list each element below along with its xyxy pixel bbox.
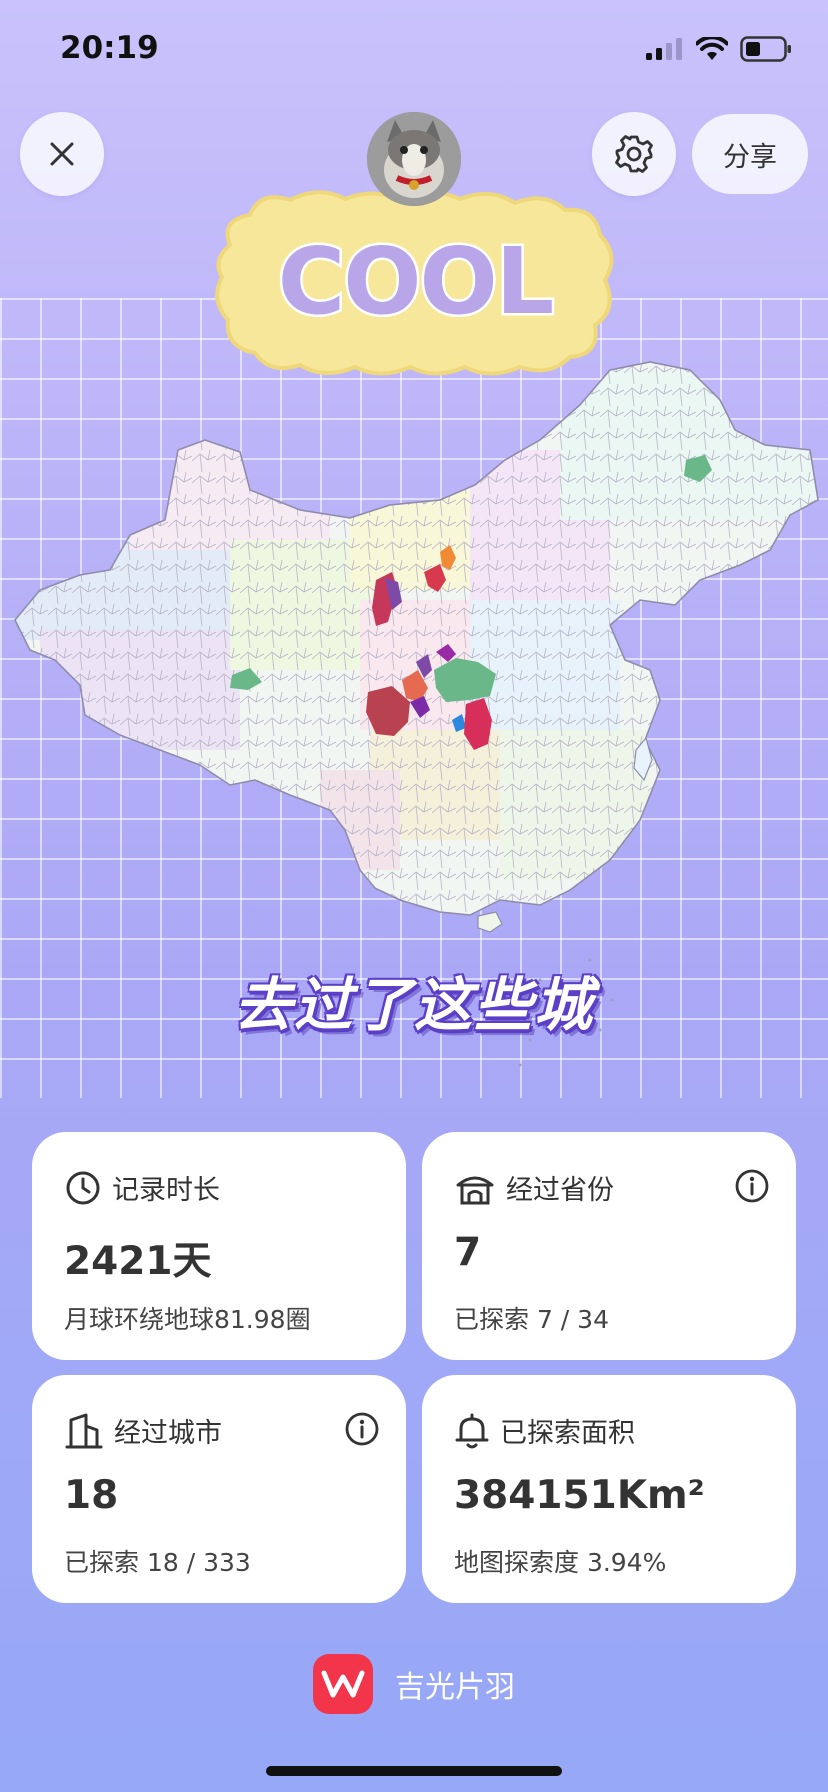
home-indicator[interactable] [266,1766,562,1776]
app-logo-icon [313,1654,373,1714]
cool-text: COOL [278,228,553,335]
stat-value-area: 384151Km² [454,1473,705,1518]
info-icon[interactable] [344,1411,380,1447]
close-icon [50,142,74,166]
cat-avatar-icon [367,112,461,206]
info-icon[interactable] [734,1168,770,1204]
signal-icon [646,38,682,60]
stat-sub-provinces: 已探索 7 / 34 [454,1305,609,1334]
stat-head-provinces: 经过省份 [454,1168,614,1207]
bell-icon [455,1413,489,1448]
stat-card-area[interactable]: 已探索面积 384151Km² 地图探索度 3.94% [422,1375,796,1603]
stat-card-provinces[interactable]: 经过省份 7 已探索 7 / 34 [422,1132,796,1360]
stat-head-cities: 经过城市 [64,1411,222,1450]
clock-icon [66,1171,100,1204]
stat-sub-cities: 已探索 18 / 333 [64,1548,251,1577]
headline: 去过了这些城 [233,971,594,1039]
stat-card-cities[interactable]: 经过城市 18 已探索 18 / 333 [32,1375,406,1603]
building-icon [65,1413,103,1448]
stat-head-duration: 记录时长 [64,1168,220,1207]
battery-icon [740,36,791,62]
stat-sub-area: 地图探索度 3.94% [454,1548,667,1577]
close-button[interactable] [20,112,104,196]
stat-value-duration: 2421天 [64,1239,212,1284]
status-bar: 20:19 [0,0,828,100]
wifi-icon [696,37,728,60]
settings-button[interactable] [592,112,676,196]
house-icon [456,1176,494,1204]
stat-head-area: 已探索面积 [454,1411,635,1450]
stat-label-duration: 记录时长 [112,1175,220,1206]
stat-sub-duration: 月球环绕地球81.98圈 [64,1305,311,1334]
gear-icon [615,135,653,173]
cool-sticker: COOL [215,190,614,376]
stat-card-duration[interactable]: 记录时长 2421天 月球环绕地球81.98圈 [32,1132,406,1360]
stat-value-cities: 18 [64,1473,119,1518]
brand-footer: 吉光片羽 [0,1654,828,1714]
stat-value-provinces: 7 [454,1230,482,1275]
avatar[interactable] [367,112,461,206]
status-icons [646,36,792,62]
brand-name: 吉光片羽 [395,1670,515,1705]
status-time: 20:19 [60,30,159,66]
stat-label-area: 已探索面积 [500,1418,635,1449]
stat-label-cities: 经过城市 [114,1418,222,1449]
share-button[interactable]: 分享 [692,114,808,194]
stat-label-provinces: 经过省份 [506,1175,614,1206]
